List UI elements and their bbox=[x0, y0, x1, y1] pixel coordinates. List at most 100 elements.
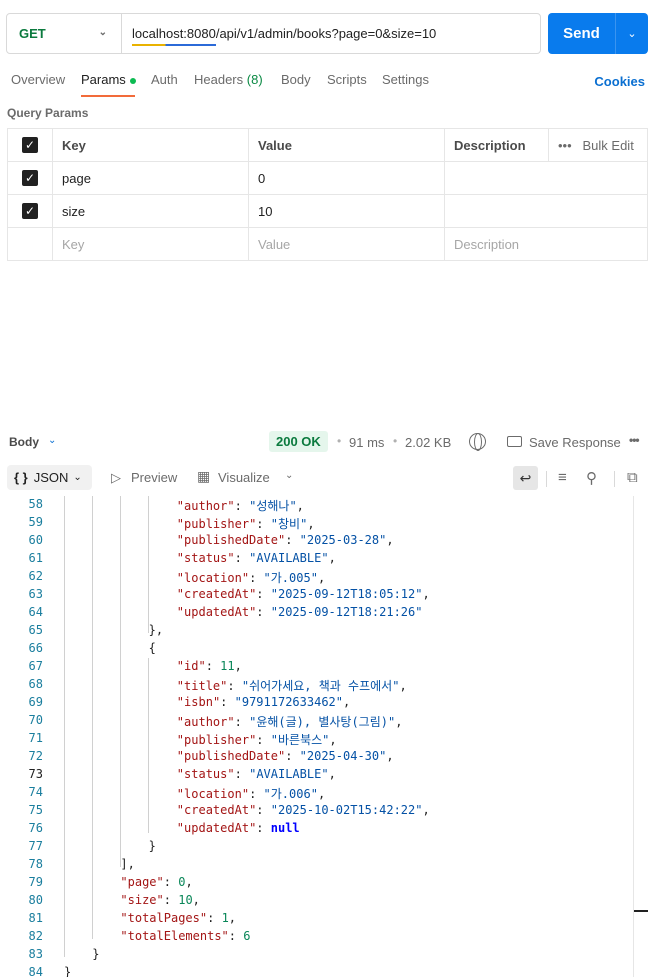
json-key: updatedAt bbox=[184, 821, 250, 835]
tab-auth[interactable]: Auth bbox=[151, 72, 178, 87]
quote: " bbox=[176, 587, 185, 601]
json-key: createdAt bbox=[184, 587, 250, 601]
quote: " bbox=[234, 695, 242, 709]
colon: : bbox=[256, 733, 271, 747]
punctuation: }, bbox=[148, 623, 164, 637]
line-number: 68 bbox=[28, 677, 43, 691]
param-key[interactable]: page bbox=[52, 161, 249, 195]
wrap-lines-icon[interactable]: ↩ bbox=[513, 466, 538, 490]
code-line: 84} bbox=[0, 965, 640, 977]
more-options-icon[interactable]: ••• bbox=[629, 433, 640, 447]
quote: " bbox=[270, 605, 278, 619]
json-value: 2025-09-12T18:05:12 bbox=[277, 587, 416, 601]
code-text: "status": "AVAILABLE", bbox=[177, 551, 336, 565]
send-options-chevron-icon[interactable]: ⌄ bbox=[616, 13, 648, 54]
colon: : bbox=[207, 911, 222, 925]
tab-body[interactable]: Body bbox=[281, 72, 311, 87]
json-key: publisher bbox=[184, 733, 250, 747]
quote: " bbox=[321, 551, 329, 565]
bulk-edit-button[interactable]: ••• Bulk Edit bbox=[548, 128, 648, 162]
code-line: 72 "publishedDate": "2025-04-30", bbox=[0, 749, 640, 767]
tab-scripts[interactable]: Scripts bbox=[327, 72, 367, 87]
colon: : bbox=[220, 695, 235, 709]
line-number: 79 bbox=[28, 875, 43, 889]
divider bbox=[614, 471, 615, 487]
save-response-button[interactable]: Save Response bbox=[529, 435, 621, 450]
value-placeholder[interactable]: Value bbox=[248, 227, 445, 261]
globe-icon[interactable] bbox=[469, 433, 486, 451]
row-checkbox-cell bbox=[7, 227, 53, 261]
code-line: 65}, bbox=[0, 623, 640, 641]
colon: : bbox=[285, 533, 300, 547]
tab-headers[interactable]: Headers (8) bbox=[194, 72, 263, 87]
param-key[interactable]: size bbox=[52, 194, 249, 228]
key-placeholder[interactable]: Key bbox=[52, 227, 249, 261]
response-code-viewer[interactable]: 58 "author": "성해나", 59 "publisher": "창비", 60… bbox=[0, 496, 659, 977]
quote: " bbox=[241, 679, 250, 693]
search-icon[interactable]: ⚲ bbox=[586, 469, 597, 487]
scrollbar-track[interactable] bbox=[633, 496, 634, 977]
code-text: "createdAt": "2025-10-02T15:42:22", bbox=[177, 803, 430, 817]
filter-icon[interactable]: ≡ bbox=[558, 469, 567, 486]
quote: " bbox=[335, 695, 344, 709]
quote: " bbox=[176, 499, 185, 513]
colon: : bbox=[285, 749, 300, 763]
url-input[interactable]: localhost:8080/api/v1/admin/books?page=0… bbox=[122, 26, 436, 46]
code-line: 62 "location": "가.005", bbox=[0, 569, 640, 587]
quote: " bbox=[415, 605, 423, 619]
json-value: null bbox=[270, 821, 300, 835]
line-number: 81 bbox=[28, 911, 43, 925]
line-number: 80 bbox=[28, 893, 43, 907]
copy-icon[interactable]: ⧉ bbox=[627, 469, 638, 486]
code-line: 63 "createdAt": "2025-09-12T18:05:12", bbox=[0, 587, 640, 605]
param-description[interactable] bbox=[444, 161, 648, 195]
comma: , bbox=[307, 517, 315, 531]
visualize-chevron-icon[interactable]: ⌄ bbox=[285, 470, 293, 481]
json-value: 2025-10-02T15:42:22 bbox=[277, 803, 416, 817]
description-placeholder[interactable]: Description bbox=[444, 227, 648, 261]
line-number: 59 bbox=[28, 515, 43, 529]
line-number: 82 bbox=[28, 929, 43, 943]
line-number: 76 bbox=[28, 821, 43, 835]
visualize-button[interactable]: Visualize bbox=[218, 470, 270, 485]
code-line: 80 "size": 10, bbox=[0, 893, 640, 911]
quote: " bbox=[156, 875, 164, 889]
table-row: ✓ size 10 bbox=[7, 194, 648, 228]
send-button[interactable]: Send bbox=[548, 13, 616, 54]
method-select[interactable]: GET ⌄ bbox=[7, 14, 122, 53]
param-value[interactable]: 0 bbox=[248, 161, 445, 195]
response-body-label[interactable]: Body bbox=[9, 435, 39, 449]
json-value: 바른북스 bbox=[277, 733, 323, 747]
param-value[interactable]: 10 bbox=[248, 194, 445, 228]
tab-params[interactable]: Params bbox=[81, 72, 136, 87]
chevron-down-icon[interactable]: ⌄ bbox=[48, 435, 56, 446]
quote: " bbox=[221, 929, 229, 943]
bulk-edit-label: Bulk Edit bbox=[582, 137, 634, 153]
colon: : bbox=[234, 715, 250, 729]
code-text: "publisher": "창비", bbox=[177, 515, 315, 532]
row-checkbox-cell: ✓ bbox=[7, 194, 53, 228]
tab-params-label: Params bbox=[81, 72, 126, 87]
select-all-checkbox[interactable]: ✓ bbox=[22, 137, 38, 154]
code-text: "publisher": "바른북스", bbox=[177, 731, 337, 748]
cookies-link[interactable]: Cookies bbox=[594, 74, 645, 89]
line-number: 75 bbox=[28, 803, 43, 817]
quote: " bbox=[263, 787, 271, 801]
tab-overview[interactable]: Overview bbox=[11, 72, 65, 87]
preview-button[interactable]: Preview bbox=[131, 470, 177, 485]
code-line: 70 "author": "윤해(글), 별사탕(그림)", bbox=[0, 713, 640, 731]
tab-settings[interactable]: Settings bbox=[382, 72, 429, 87]
quote: " bbox=[120, 875, 128, 889]
quote: " bbox=[176, 533, 185, 547]
headers-count: (8) bbox=[246, 72, 263, 87]
row-checkbox[interactable]: ✓ bbox=[22, 170, 38, 187]
scrollbar-thumb[interactable] bbox=[634, 910, 648, 912]
param-description[interactable] bbox=[444, 194, 648, 228]
json-key: status bbox=[184, 767, 228, 781]
json-value: 9791172633462 bbox=[241, 695, 336, 709]
line-number: 83 bbox=[28, 947, 43, 961]
row-checkbox[interactable]: ✓ bbox=[22, 203, 38, 220]
code-line: 71 "publisher": "바른북스", bbox=[0, 731, 640, 749]
quote: " bbox=[299, 533, 307, 547]
format-select[interactable]: { } JSON ⌄ bbox=[7, 465, 92, 490]
